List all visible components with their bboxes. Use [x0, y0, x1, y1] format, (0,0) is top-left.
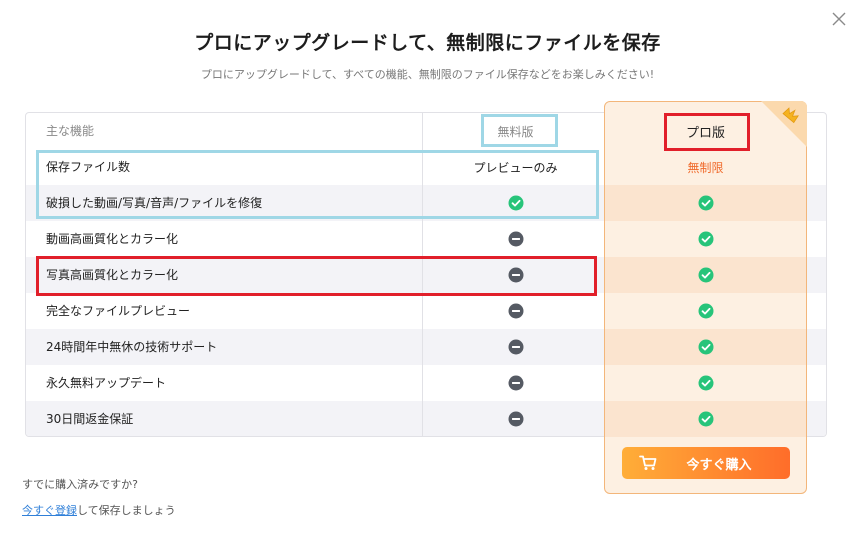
minus-icon: [508, 231, 523, 247]
feature-label: 完全なファイルプレビュー: [46, 304, 191, 318]
feature-label: 永久無料アップデート: [46, 376, 167, 390]
minus-icon: [508, 375, 523, 391]
pro-unlimited-value: 無制限: [687, 160, 724, 175]
check-icon: [698, 411, 713, 427]
pro-header-highlight: [664, 113, 750, 151]
close-icon: [832, 12, 846, 26]
check-icon: [698, 267, 713, 283]
minus-icon: [508, 339, 523, 355]
buy-now-button[interactable]: 今すぐ購入: [622, 447, 790, 479]
check-icon: [698, 303, 713, 319]
register-line: 今すぐ登録して保存しましょう: [22, 502, 176, 518]
check-icon: [698, 375, 713, 391]
check-icon: [698, 231, 713, 247]
register-now-link[interactable]: 今すぐ登録: [22, 504, 77, 517]
free-header-highlight: [481, 114, 558, 147]
already-purchased-text: すでに購入済みですか?: [22, 478, 138, 491]
feature-label: 動画高画質化とカラー化: [46, 232, 179, 246]
row-highlight-red: [36, 256, 597, 296]
buy-now-label: 今すぐ購入: [686, 457, 752, 473]
feature-label: 24時間年中無休の技術サポート: [46, 340, 218, 354]
feature-column-header: 主な機能: [46, 124, 95, 138]
dialog-title: プロにアップグレードして、無制限にファイルを保存: [194, 32, 661, 54]
pro-plan-card: プロ版 無制限 今すぐ購入: [604, 101, 807, 494]
register-suffix: して保存しましょう: [77, 504, 176, 517]
dialog-subtitle: プロにアップグレードして、すべての機能、無制限のファイル保存などをお楽しみくださ…: [200, 68, 655, 81]
minus-icon: [508, 411, 523, 427]
rows-highlight-blue: [36, 150, 599, 219]
check-icon: [698, 195, 713, 211]
cart-icon: [639, 455, 657, 470]
close-button[interactable]: [830, 10, 848, 28]
minus-icon: [508, 303, 523, 319]
check-icon: [698, 339, 713, 355]
feature-label: 30日間返金保証: [46, 412, 134, 426]
